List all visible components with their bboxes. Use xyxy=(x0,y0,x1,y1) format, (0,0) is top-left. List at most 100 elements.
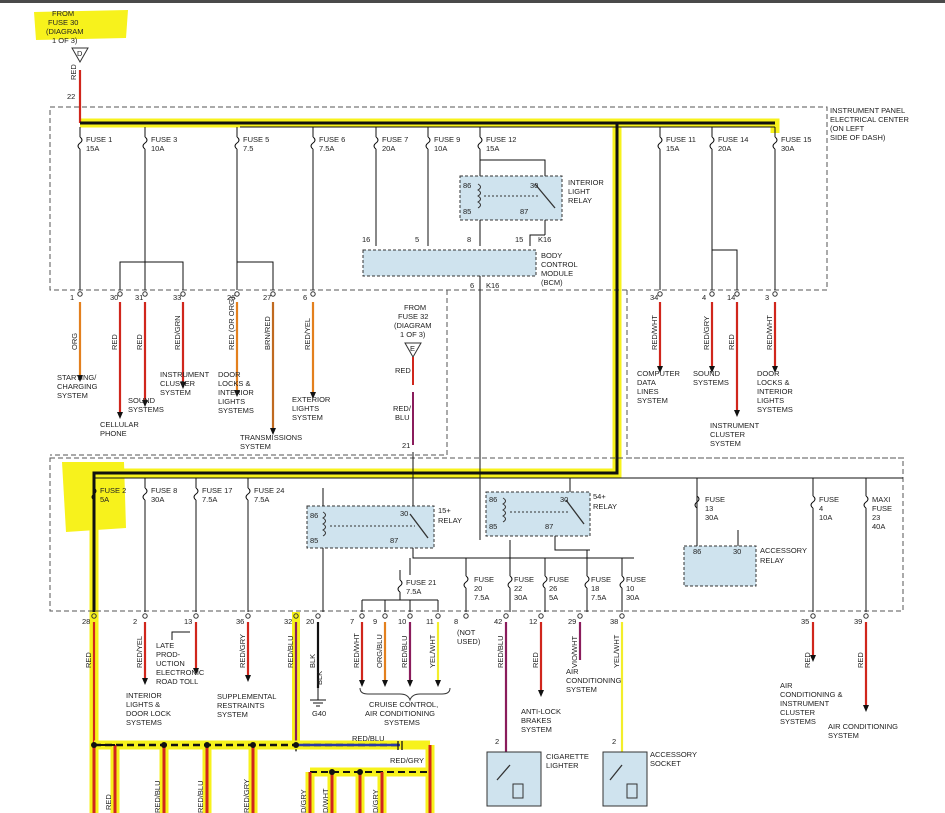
upper-output-dest-9-2: SYSTEMS xyxy=(693,378,729,387)
upper-box-line-2: ELECTRICAL CENTER xyxy=(830,115,909,124)
lower-output-pin-16: 35 xyxy=(801,617,809,626)
upper-fuse-1-name: FUSE 1 xyxy=(86,135,112,144)
upper-output-dest-5-5: SYSTEMS xyxy=(218,406,254,415)
upper-output-pin-9: 4 xyxy=(702,293,706,302)
body-control-module xyxy=(362,249,537,277)
fuse-word: FUSE xyxy=(474,575,494,584)
upper-output-dest-8-2: DATA xyxy=(637,378,656,387)
lower-output-dest-14-1: AIR xyxy=(566,667,579,676)
fuse-word: FUSE xyxy=(819,495,839,504)
lower-output-pin-3: 13 xyxy=(184,617,192,626)
upper-fuse-10-rating: 30A xyxy=(781,144,794,153)
lower-fuse-8-rating: 7.5A xyxy=(406,587,421,596)
lower-output-wire-label-9: RED/BLU xyxy=(400,635,409,668)
lower-output-dest-2-2: LIGHTS & xyxy=(126,700,160,709)
lower-output-wire-label-6: BLK xyxy=(308,654,317,668)
lower-fuse-4-name: FUSE 24 xyxy=(254,486,284,495)
upper-output-wire-label-1: ORG xyxy=(70,333,79,350)
lower-fuse-5: FUSE1330A xyxy=(694,478,725,546)
svg-text:CONTROL: CONTROL xyxy=(541,260,578,269)
wiring-diagram: D FROM FUSE 30 (DIAGRAM 1 OF 3) RED 22 I… xyxy=(0,0,945,813)
lower-output-dest-3-2: PROD- xyxy=(156,650,181,659)
lower-output-pin-13: 12 xyxy=(529,617,537,626)
upper-output-wire-label-8: RED/WHT xyxy=(650,315,659,350)
lower-output-pin-9: 10 xyxy=(398,617,406,626)
fuse-rating: 30A xyxy=(514,593,527,602)
lower-output-pin-6: 20 xyxy=(306,617,314,626)
upper-fuse-6-name: FUSE 9 xyxy=(434,135,460,144)
upper-output-wire-label-11: RED/WHT xyxy=(765,315,774,350)
upper-box-line-4: SIDE OF DASH) xyxy=(830,133,886,142)
upper-fuse-9-rating: 20A xyxy=(718,144,731,153)
upper-box-line-3: (ON LEFT xyxy=(830,124,865,133)
lower-output-dest-16-1: AIR xyxy=(780,681,793,690)
lower-output-wire-label-10: YEL/WHT xyxy=(428,634,437,668)
lower-output-pin-15: 38 xyxy=(610,617,618,626)
upper-output-wire-label-9: RED/GRY xyxy=(702,316,711,350)
upper-output-pin-1: 1 xyxy=(70,293,74,302)
lower-output-dest-16-3: INSTRUMENT xyxy=(780,699,830,708)
svg-text:BLU: BLU xyxy=(395,413,410,422)
fuse-rating: 7.5A xyxy=(474,593,489,602)
lower-fuse-12: FUSE187.5A xyxy=(584,570,611,612)
lower-fuse-2-symbol xyxy=(142,487,148,501)
upper-fuse-5-symbol xyxy=(373,136,379,150)
upper-fuse-8-symbol xyxy=(657,136,663,150)
svg-text:30: 30 xyxy=(560,495,568,504)
svg-text:SYSTEMS: SYSTEMS xyxy=(384,718,420,727)
upper-output-wire-label-7: RED/YEL xyxy=(303,318,312,350)
lower-output-wire-label-1: RED xyxy=(84,652,93,668)
svg-text:86: 86 xyxy=(463,181,471,190)
svg-text:RED/: RED/ xyxy=(393,404,412,413)
lower-output-dest-11-1: (NOT xyxy=(457,628,476,637)
svg-text:85: 85 xyxy=(489,522,497,531)
upper-output-pin-10: 14 xyxy=(727,293,735,302)
lower-output-dest-3-3: UCTION xyxy=(156,659,185,668)
lower-output-pin-7: 7 xyxy=(350,617,354,626)
upper-output-dest-11-4: LIGHTS xyxy=(757,396,784,405)
lower-output-dest-13-1: ANTI-LOCK xyxy=(521,707,561,716)
svg-text:RELAY: RELAY xyxy=(568,196,592,205)
arrow-icon xyxy=(142,678,148,685)
lower-output-wire-label-5: RED/BLU xyxy=(286,635,295,668)
lower-fuse-2-rating: 30A xyxy=(151,495,164,504)
lower-output-wire-label-12: RED/BLU xyxy=(496,635,505,668)
cruise-brace xyxy=(359,687,451,702)
fuse-num: 10 xyxy=(626,584,634,593)
accessory-socket xyxy=(602,751,648,807)
upper-output-dest-2-1: CELLULAR xyxy=(100,420,139,429)
upper-output-dest-8-3: LINES xyxy=(637,387,659,396)
lower-output-dest-13-2: BRAKES xyxy=(521,716,551,725)
upper-output-dest-3-2: SYSTEMS xyxy=(128,405,164,414)
fuse-num: 23 xyxy=(872,513,880,522)
upper-fuse-1-symbol xyxy=(77,136,83,150)
fuse-num: 18 xyxy=(591,584,599,593)
svg-text:RED/BLU: RED/BLU xyxy=(153,780,162,813)
upper-fuse-2-rating: 10A xyxy=(151,144,164,153)
upper-fuse-10-symbol xyxy=(772,136,778,150)
upper-fuse-3-name: FUSE 5 xyxy=(243,135,269,144)
upper-fuse-4-name: FUSE 6 xyxy=(319,135,345,144)
arrow-icon xyxy=(407,680,413,687)
svg-text:54+: 54+ xyxy=(593,492,606,501)
upper-output-dest-10-3: SYSTEM xyxy=(710,439,741,448)
svg-text:87: 87 xyxy=(520,207,528,216)
fuse-rating: 40A xyxy=(872,522,885,531)
upper-output-dest-11-1: DOOR xyxy=(757,369,780,378)
fuse-rating: 7.5A xyxy=(591,593,606,602)
svg-text:RELAY: RELAY xyxy=(760,556,784,565)
upper-output-pin-8: 34 xyxy=(650,293,658,302)
ground-g40: G40 xyxy=(312,709,326,718)
lower-output-wire-label-4: RED/GRY xyxy=(238,634,247,668)
upper-fuse-8-name: FUSE 11 xyxy=(666,135,696,144)
lower-fuse-4: FUSE 247.5A xyxy=(245,478,284,612)
upper-output-dest-5-2: LOCKS & xyxy=(218,379,251,388)
lower-fuse-3: FUSE 177.5A xyxy=(193,478,232,612)
lower-output-pin-10: 11 xyxy=(426,617,434,626)
upper-fuse-5-rating: 20A xyxy=(382,144,395,153)
lower-output-wire-label-15: YEL/WHT xyxy=(612,634,621,668)
upper-fuse-8-rating: 15A xyxy=(666,144,679,153)
svg-text:LIGHT: LIGHT xyxy=(568,187,591,196)
lower-output-wire-label-7: RED/WHT xyxy=(352,633,361,668)
lower-output-dest-3-1: LATE xyxy=(156,641,174,650)
